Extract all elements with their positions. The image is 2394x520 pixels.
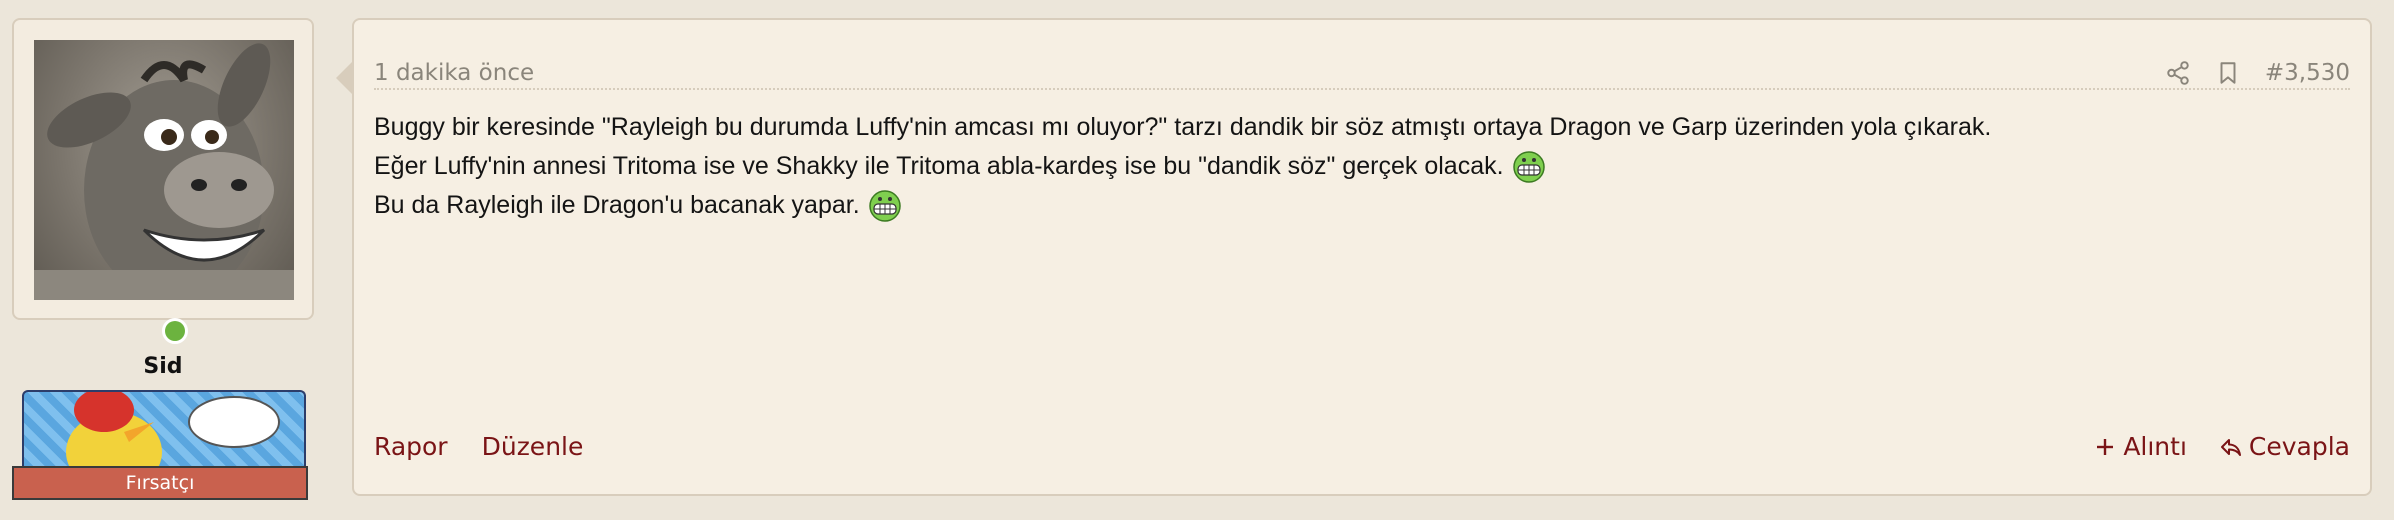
post-message-body: Buggy bir keresinde "Rayleigh bu durumda… [374, 108, 2350, 225]
bookmark-icon[interactable] [2215, 60, 2241, 86]
user-title-banner: Fırsatçı [12, 370, 312, 500]
reply-label: Cevapla [2248, 432, 2350, 461]
avatar-frame [12, 18, 314, 320]
banner-image [22, 390, 306, 468]
post-footer-left: Rapor Düzenle [374, 432, 583, 461]
quote-button[interactable]: Alıntı [2093, 432, 2187, 461]
post-footer: Rapor Düzenle Alıntı Cevapla [374, 426, 2350, 466]
post-line-1: Buggy bir keresinde "Rayleigh bu durumda… [374, 108, 2350, 147]
avatar[interactable] [34, 40, 294, 300]
post-line-3: Bu da Rayleigh ile Dragon'u bacanak yapa… [374, 186, 2350, 225]
post-container: 1 dakika önce #3,530 Buggy bir keresinde… [352, 18, 2372, 496]
post-line-2: Eğer Luffy'nin annesi Tritoma ise ve Sha… [374, 147, 2350, 186]
reply-button[interactable]: Cevapla [2219, 432, 2350, 461]
quote-label: Alıntı [2123, 432, 2187, 461]
post-line-text: Bu da Rayleigh ile Dragon'u bacanak yapa… [374, 191, 860, 219]
plus-icon [2097, 438, 2114, 455]
post-header-actions: #3,530 [2165, 60, 2350, 86]
post-header: 1 dakika önce #3,530 [374, 38, 2350, 90]
post-footer-right: Alıntı Cevapla [2093, 432, 2350, 461]
edit-link[interactable]: Düzenle [482, 432, 584, 461]
donkey-avatar-image [34, 43, 294, 300]
share-icon[interactable] [2165, 60, 2191, 86]
reply-arrow-icon [2220, 438, 2241, 456]
report-link[interactable]: Rapor [374, 432, 448, 461]
user-title-label: Fırsatçı [12, 466, 308, 500]
post-number[interactable]: #3,530 [2265, 60, 2350, 86]
grin-emoji-icon [868, 189, 901, 222]
user-info-column: Sid Fırsatçı [12, 18, 316, 500]
rooster-banner-image [66, 392, 280, 468]
online-user-icon [165, 321, 185, 341]
online-status-indicator [162, 318, 188, 344]
post-timestamp[interactable]: 1 dakika önce [374, 60, 534, 86]
post-line-text: Eğer Luffy'nin annesi Tritoma ise ve Sha… [374, 152, 1504, 180]
grin-emoji-icon [1512, 150, 1545, 183]
post-line-text: Buggy bir keresinde "Rayleigh bu durumda… [374, 113, 1992, 141]
